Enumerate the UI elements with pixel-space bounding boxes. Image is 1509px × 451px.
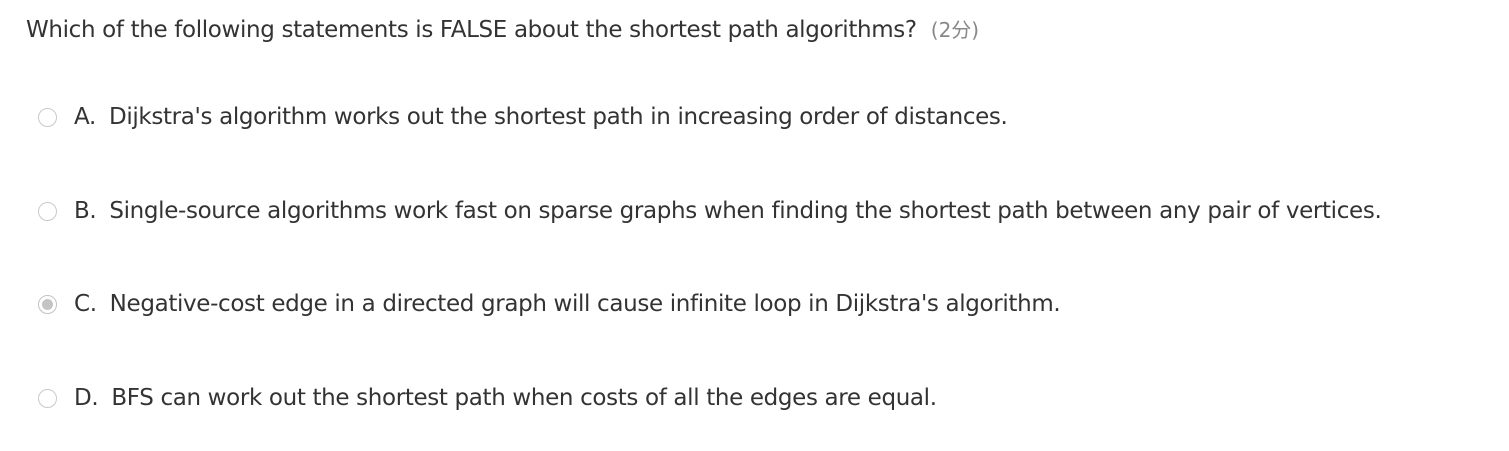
- radio-button-b[interactable]: [38, 201, 57, 221]
- option-c-letter: C.: [74, 291, 97, 317]
- option-b-text: Single-source algorithms work fast on sp…: [109, 198, 1382, 224]
- option-d-text: BFS can work out the shortest path when …: [111, 385, 937, 411]
- radio-button-c[interactable]: [38, 294, 57, 314]
- question-points: (2分): [930, 18, 980, 42]
- option-a[interactable]: A. Dijkstra's algorithm works out the sh…: [38, 97, 1008, 137]
- option-a-text: Dijkstra's algorithm works out the short…: [108, 104, 1008, 130]
- option-d[interactable]: D. BFS can work out the shortest path wh…: [38, 378, 937, 418]
- option-c-text: Negative-cost edge in a directed graph w…: [109, 291, 1061, 317]
- radio-button-d[interactable]: [38, 388, 57, 408]
- option-c[interactable]: C. Negative-cost edge in a directed grap…: [38, 284, 1061, 324]
- option-b-letter: B.: [74, 198, 97, 224]
- question-text: Which of the following statements is FAL…: [26, 17, 917, 43]
- radio-button-a[interactable]: [38, 107, 57, 127]
- option-d-letter: D.: [74, 385, 99, 411]
- option-a-letter: A.: [74, 104, 96, 130]
- option-b[interactable]: B. Single-source algorithms work fast on…: [38, 191, 1382, 231]
- question-stem: Which of the following statements is FAL…: [26, 10, 979, 50]
